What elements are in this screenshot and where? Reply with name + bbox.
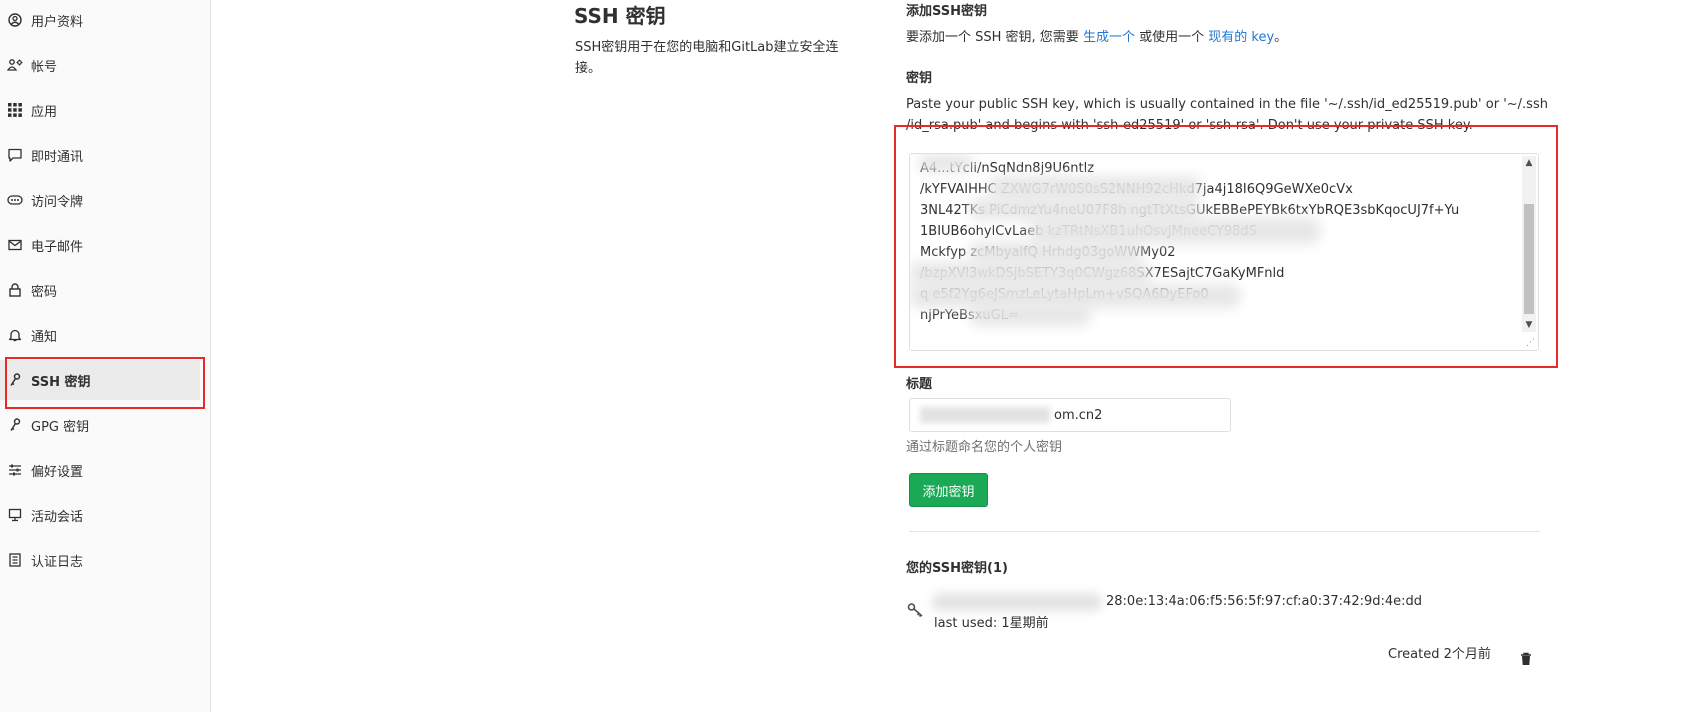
redaction-blur [970, 242, 1140, 264]
sidebar-item-label: 访问令牌 [31, 194, 84, 210]
sidebar-item-authentication-log[interactable]: 认证日志 [0, 540, 200, 580]
monitor-icon [7, 507, 23, 523]
keys-list-heading: 您的SSH密钥(1) [906, 561, 1008, 576]
redaction-blur [918, 154, 973, 172]
sidebar-item-label: 电子邮件 [31, 239, 84, 255]
redaction-blur [990, 176, 1200, 200]
bell-icon [7, 327, 23, 343]
key-fingerprint[interactable]: 28:0e:13:4a:06:f5:56:5f:97:cf:a0:37:42:9… [1106, 591, 1422, 612]
sidebar-item-label: 偏好设置 [31, 464, 84, 480]
sidebar-item-notifications[interactable]: 通知 [0, 315, 200, 355]
redaction-blur [920, 407, 1050, 423]
preferences-icon [7, 462, 23, 478]
sidebar-item-ssh-keys[interactable]: SSH 密钥 [0, 360, 200, 400]
sidebar-item-account[interactable]: 帐号 [0, 45, 200, 85]
resize-grip-icon[interactable]: ⋰ [1526, 338, 1536, 348]
sidebar-item-chat[interactable]: 即时通讯 [0, 135, 200, 175]
sidebar-item-label: 通知 [31, 329, 58, 345]
intro-text: 。 [1274, 30, 1288, 45]
sidebar-item-label: 帐号 [31, 59, 58, 75]
sidebar-item-label: 用户资料 [31, 14, 84, 30]
key-help-line: /id_rsa.pub' and begins with 'ssh-ed2551… [906, 118, 1473, 133]
sidebar-item-label: 应用 [31, 104, 58, 120]
existing-key-link[interactable]: 现有的 key [1208, 30, 1274, 45]
sidebar-item-label: GPG 密钥 [31, 419, 90, 435]
key-icon [907, 602, 923, 618]
title-label: 标题 [906, 377, 933, 392]
intro-text: 要添加一个 SSH 密钥, 您需要 [906, 30, 1079, 45]
scroll-up-icon[interactable]: ▲ [1522, 156, 1536, 170]
section-divider [909, 531, 1540, 532]
sidebar-item-label: SSH 密钥 [31, 374, 91, 390]
key-label: 密钥 [906, 71, 933, 86]
key-textarea[interactable]: A4...tYcli/nSqNdn8j9U6ntlz /kYFVAIHHC ZX… [909, 153, 1539, 351]
scroll-down-icon[interactable]: ▼ [1522, 318, 1536, 332]
log-icon [7, 552, 23, 568]
settings-sidebar: 用户资料 帐号 应用 即时通讯 访问令牌 电子邮件 密码 通知 SSH 密钥 G… [0, 0, 211, 712]
page-description: SSH密钥用于在您的电脑和GitLab建立安全连接。 [575, 40, 839, 76]
sidebar-item-applications[interactable]: 应用 [0, 90, 200, 130]
generate-key-link[interactable]: 生成一个 [1083, 30, 1135, 45]
add-key-button[interactable]: 添加密钥 [909, 473, 988, 507]
key-help-text: Paste your public SSH key, which is usua… [906, 94, 1556, 136]
key-help-line: Paste your public SSH key, which is usua… [906, 97, 1548, 112]
title-input[interactable]: om.cn2 [909, 398, 1231, 432]
page-title: SSH 密钥 [574, 4, 666, 28]
redaction-blur [970, 198, 1200, 220]
title-input-value: om.cn2 [1054, 407, 1103, 423]
key-icon [7, 417, 23, 433]
sidebar-item-preferences[interactable]: 偏好设置 [0, 450, 200, 490]
key-icon [7, 372, 23, 388]
key-created: Created 2个月前 [1388, 647, 1491, 662]
chat-icon [7, 147, 23, 163]
textarea-scrollbar[interactable]: ▲ ▼ [1522, 156, 1536, 332]
user-circle-icon [7, 12, 23, 28]
sidebar-item-profile[interactable]: 用户资料 [0, 0, 200, 40]
add-key-intro: 要添加一个 SSH 密钥, 您需要 生成一个 或使用一个 现有的 key。 [906, 27, 1287, 48]
add-key-heading: 添加SSH密钥 [906, 4, 988, 19]
key-last-used: last used: 1星期前 [934, 616, 1049, 631]
redaction-blur [970, 304, 1090, 326]
redaction-blur [910, 262, 1150, 286]
trash-icon[interactable] [1519, 651, 1533, 665]
intro-text: 或使用一个 [1139, 30, 1205, 45]
applications-icon [7, 102, 23, 118]
title-help-text: 通过标题命名您的个人密钥 [906, 440, 1063, 455]
sidebar-item-active-sessions[interactable]: 活动会话 [0, 495, 200, 535]
sidebar-item-gpg-keys[interactable]: GPG 密钥 [0, 405, 200, 445]
token-icon [7, 192, 23, 208]
mail-icon [7, 237, 23, 253]
sidebar-item-password[interactable]: 密码 [0, 270, 200, 310]
sidebar-item-label: 活动会话 [31, 509, 84, 525]
sidebar-item-emails[interactable]: 电子邮件 [0, 225, 200, 265]
lock-icon [7, 282, 23, 298]
sidebar-item-label: 即时通讯 [31, 149, 84, 165]
sidebar-item-label: 密码 [31, 284, 58, 300]
redaction-blur [932, 593, 1102, 611]
sidebar-item-label: 认证日志 [31, 554, 84, 570]
account-icon [7, 57, 23, 73]
redaction-blur [1030, 218, 1320, 244]
sidebar-item-access-tokens[interactable]: 访问令牌 [0, 180, 200, 220]
scrollbar-thumb[interactable] [1524, 204, 1534, 314]
